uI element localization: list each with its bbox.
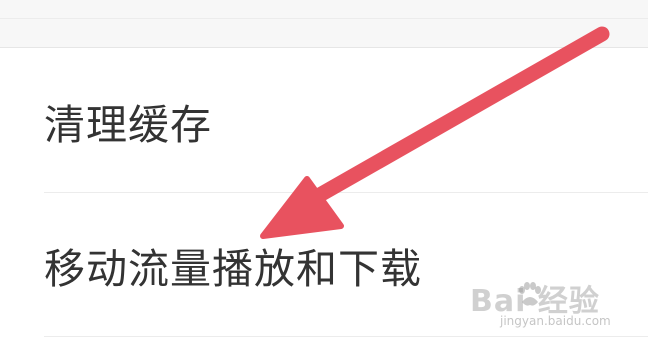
top-section-band — [0, 0, 648, 48]
divider — [44, 336, 648, 337]
divider — [0, 47, 648, 48]
divider — [0, 18, 648, 19]
baidu-jingyan-watermark: Bai 经验 jingyan.baidu.com — [470, 276, 640, 336]
paw-logo-icon — [519, 282, 541, 306]
settings-screen: 清理缓存 移动流量播放和下载 Bai 经验 jingyan.baidu.com — [0, 0, 648, 356]
settings-item-label: 清理缓存 — [44, 100, 212, 149]
watermark-url: jingyan.baidu.com — [500, 314, 611, 328]
settings-item-clear-cache[interactable]: 清理缓存 — [44, 49, 648, 192]
settings-item-label: 移动流量播放和下载 — [44, 244, 422, 293]
